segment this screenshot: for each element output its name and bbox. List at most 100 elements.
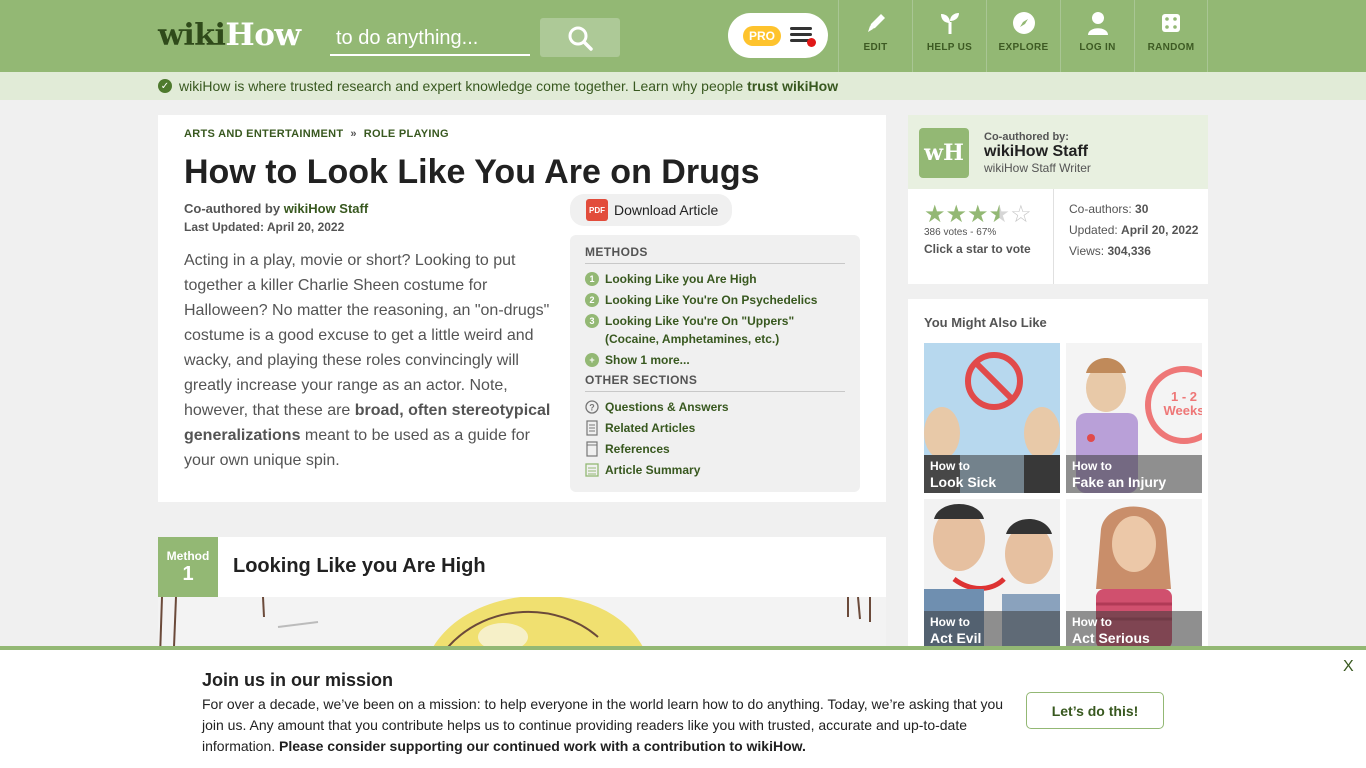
method-badge: Method 1 [158, 537, 218, 597]
dice-icon [1162, 14, 1180, 32]
views-count: Views: 304,336 [1069, 244, 1151, 258]
intro-text-1: Acting in a play, movie or short? Lookin… [184, 252, 550, 419]
toc-related-articles[interactable]: Related Articles [585, 419, 845, 437]
toc-summary-label: Article Summary [605, 463, 701, 477]
breadcrumb-arts[interactable]: ARTS AND ENTERTAINMENT [184, 128, 343, 140]
question-icon: ? [585, 400, 599, 414]
updated-value: April 20, 2022 [1121, 223, 1199, 237]
author-role: wikiHow Staff Writer [984, 161, 1091, 175]
toc-method-1[interactable]: 1 Looking Like you Are High [585, 270, 845, 288]
hamburger-icon [790, 27, 816, 47]
search-icon [568, 26, 593, 51]
pro-menu-button[interactable]: PRO [728, 13, 828, 58]
tile-caption: How to Act Serious [1066, 611, 1202, 649]
show-more-label: Show 1 more... [605, 353, 690, 367]
related-article-act-serious[interactable]: How to Act Serious [1066, 499, 1202, 649]
views-value: 304,336 [1107, 244, 1151, 258]
toc-references-label: References [605, 442, 670, 456]
compass-icon [1012, 12, 1035, 34]
trust-text: wikiHow is where trusted research and ex… [179, 78, 744, 94]
search-input[interactable] [330, 22, 530, 56]
svg-text:?: ? [589, 403, 595, 413]
nav-help-us[interactable]: HELP US [912, 0, 986, 72]
author-name[interactable]: wikiHow Staff [984, 143, 1088, 161]
coauthors-value: 30 [1135, 202, 1149, 216]
vote-cta: Click a star to vote [924, 242, 1031, 256]
tile-caption: How to Fake an Injury [1066, 455, 1202, 493]
lets-do-this-button[interactable]: Let’s do this! [1026, 692, 1164, 729]
method-number-1: 1 [585, 272, 599, 286]
nav-log-in[interactable]: LOG IN [1060, 0, 1134, 72]
document-icon [586, 420, 598, 436]
tile-prefix: How to [930, 459, 970, 473]
pdf-icon: PDF [586, 199, 608, 221]
tile-caption: How to Look Sick [924, 455, 1060, 493]
logo-how-text: How [225, 17, 301, 53]
updated-date: Updated: April 20, 2022 [1069, 223, 1198, 237]
article-intro: ARTS AND ENTERTAINMENT » ROLE PLAYING How … [158, 115, 886, 502]
star-icon[interactable]: ★ [967, 203, 989, 227]
coauthors-label: Co-authors: [1069, 202, 1132, 216]
plus-icon: + [585, 353, 599, 367]
banner-close-button[interactable]: X [1343, 658, 1354, 676]
vote-count: 386 votes - 67% [924, 227, 997, 238]
nav-edit[interactable]: EDIT [838, 0, 912, 72]
nav-log-in-label: LOG IN [1079, 42, 1116, 53]
star-icon[interactable]: ★ [989, 203, 1011, 227]
toc-show-more[interactable]: + Show 1 more... [585, 351, 845, 369]
coauthor-link[interactable]: wikiHow Staff [284, 201, 369, 216]
star-icon[interactable]: ☆ [1010, 203, 1032, 227]
wikihow-logo[interactable]: wikiHow [158, 17, 301, 53]
nav-edit-label: EDIT [863, 42, 888, 53]
toc-related-label: Related Articles [605, 421, 696, 435]
star-icon[interactable]: ★ [924, 203, 946, 227]
tile-title: Look Sick [930, 474, 997, 490]
banner-body-bold: Please consider supporting our continued… [279, 738, 806, 754]
tile-prefix: How to [1072, 459, 1112, 473]
related-article-act-evil[interactable]: How to Act Evil [924, 499, 1060, 649]
nav-random[interactable]: RANDOM [1134, 0, 1208, 72]
toc-method-1-label: Looking Like you Are High [605, 272, 757, 286]
related-article-fake-injury[interactable]: 1 - 2 Weeks How to Fake an Injury [1066, 343, 1202, 493]
coauthor-line: Co-authored by wikiHow Staff [184, 201, 368, 216]
intro-paragraph: Acting in a play, movie or short? Lookin… [184, 248, 556, 473]
method-badge-label: Method [166, 549, 210, 563]
star-icon[interactable]: ★ [946, 203, 968, 227]
search-button[interactable] [540, 18, 620, 57]
nav-explore[interactable]: EXPLORE [986, 0, 1060, 72]
views-label: Views: [1069, 244, 1105, 258]
breadcrumb-separator: » [350, 128, 357, 140]
download-article-button[interactable]: PDF Download Article [570, 194, 732, 226]
tile-title: Fake an Injury [1072, 474, 1167, 490]
check-icon: ✓ [158, 79, 172, 93]
banner-text: For over a decade, we’ve been on a missi… [202, 694, 1022, 757]
toc-method-2-label: Looking Like You're On Psychedelics [605, 293, 818, 307]
you-might-also-like: You Might Also Like How to Look Sick 1 - … [908, 299, 1208, 649]
svg-text:Weeks: Weeks [1164, 403, 1202, 418]
breadcrumb-role-playing[interactable]: ROLE PLAYING [364, 128, 449, 140]
summary-icon [585, 463, 599, 477]
toc-method-2[interactable]: 2 Looking Like You're On Psychedelics [585, 291, 845, 309]
toc-method-3[interactable]: 3 Looking Like You're On "Uppers" (Cocain… [585, 312, 845, 348]
toc-questions-answers[interactable]: ? Questions & Answers [585, 398, 845, 416]
tile-title: Act Evil [930, 630, 982, 646]
method-title: Looking Like you Are High [233, 555, 486, 577]
divider [1053, 189, 1054, 284]
logo-wiki-text: wiki [158, 18, 226, 53]
tile-prefix: How to [930, 615, 970, 629]
table-of-contents: METHODS 1 Looking Like you Are High 2 Look… [570, 235, 860, 492]
method-number-3: 3 [585, 314, 599, 328]
star-rating[interactable]: ★ ★ ★ ★ ☆ [924, 203, 1032, 227]
toc-questions-label: Questions & Answers [605, 400, 729, 414]
notification-dot [807, 38, 816, 47]
wikihow-staff-logo: wH [919, 128, 969, 178]
toc-article-summary[interactable]: Article Summary [585, 461, 845, 479]
pro-badge: PRO [743, 25, 782, 46]
nav-random-label: RANDOM [1147, 42, 1195, 53]
page-icon [586, 441, 598, 457]
toc-references[interactable]: References [585, 440, 845, 458]
coauthors-count: Co-authors: 30 [1069, 202, 1148, 216]
trust-link[interactable]: trust wikiHow [747, 78, 838, 94]
related-article-look-sick[interactable]: How to Look Sick [924, 343, 1060, 493]
page-title: How to Look Like You Are on Drugs [184, 153, 760, 191]
